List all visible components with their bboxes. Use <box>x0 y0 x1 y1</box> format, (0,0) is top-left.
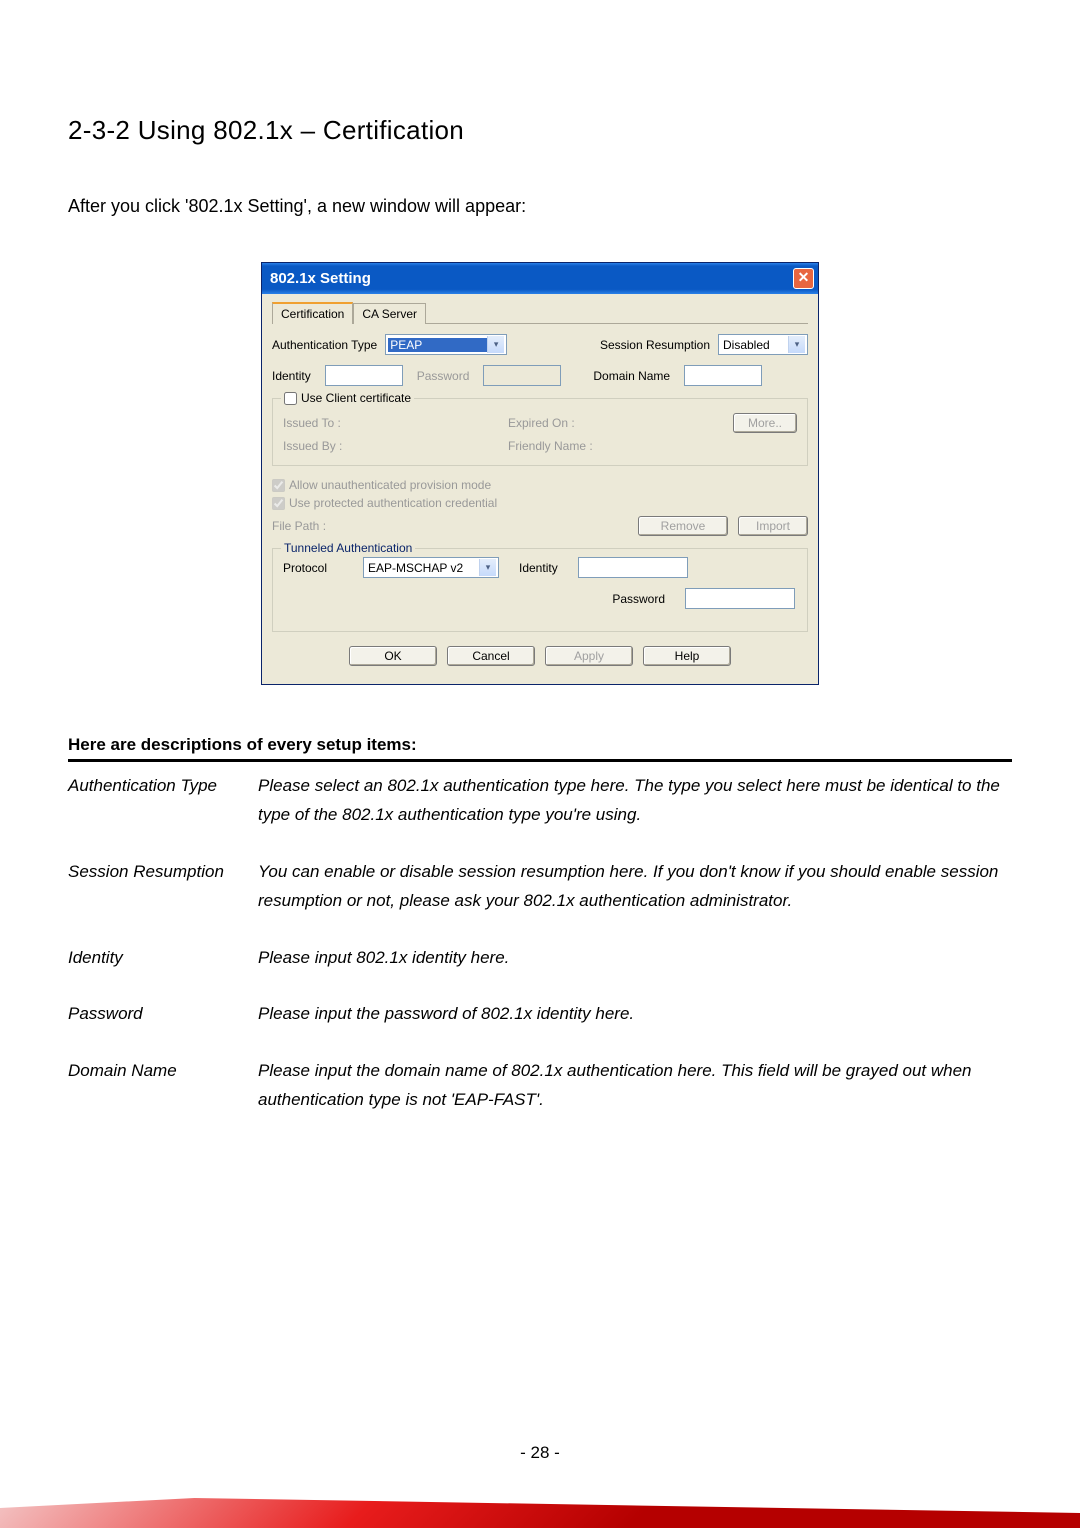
more-button: More.. <box>733 413 797 433</box>
descriptions-header: Here are descriptions of every setup ite… <box>68 735 1012 762</box>
import-button: Import <box>738 516 808 536</box>
chevron-down-icon: ▾ <box>788 336 805 353</box>
tunneled-identity-label: Identity <box>519 561 558 575</box>
item-text: Please input the domain name of 802.1x a… <box>258 1053 1012 1119</box>
close-icon[interactable]: ✕ <box>793 268 814 289</box>
tab-ca-server[interactable]: CA Server <box>353 303 426 324</box>
titlebar: 802.1x Setting ✕ <box>262 263 818 294</box>
auth-type-label: Authentication Type <box>272 338 377 352</box>
item-text: Please select an 802.1x authentication t… <box>258 768 1012 834</box>
expired-on-label: Expired On : <box>508 416 725 430</box>
descriptions-table: Authentication Type Please select an 802… <box>68 768 1012 1119</box>
client-cert-group: Use Client certificate Issued To : Expir… <box>272 398 808 466</box>
item-text: You can enable or disable session resump… <box>258 854 1012 920</box>
protocol-label: Protocol <box>283 561 343 575</box>
allow-unauth-checkbox: Allow unauthenticated provision mode <box>272 478 808 492</box>
tab-certification[interactable]: Certification <box>272 302 353 324</box>
domain-name-input[interactable] <box>684 365 762 386</box>
identity-label: Identity <box>272 369 311 383</box>
file-path-label: File Path : <box>272 519 628 533</box>
apply-button: Apply <box>545 646 633 666</box>
help-button[interactable]: Help <box>643 646 731 666</box>
password-label: Password <box>417 369 470 383</box>
dialog-title: 802.1x Setting <box>270 270 371 287</box>
client-cert-group-title: Use Client certificate <box>281 391 414 408</box>
session-resumption-select[interactable]: Disabled ▾ <box>718 334 808 355</box>
domain-name-label: Domain Name <box>593 369 670 383</box>
section-heading: 2-3-2 Using 802.1x – Certification <box>68 115 1012 146</box>
password-input <box>483 365 561 386</box>
chevron-down-icon: ▾ <box>479 559 496 576</box>
cancel-button[interactable]: Cancel <box>447 646 535 666</box>
tunneled-password-label: Password <box>612 592 665 606</box>
issued-by-label: Issued By : <box>283 439 500 453</box>
item-name: Password <box>68 996 258 1033</box>
ok-button[interactable]: OK <box>349 646 437 666</box>
tunneled-auth-title: Tunneled Authentication <box>281 541 415 555</box>
button-row: OK Cancel Apply Help <box>272 632 808 670</box>
tab-strip: Certification CA Server <box>272 302 808 324</box>
use-protected-checkbox: Use protected authentication credential <box>272 496 808 510</box>
issued-to-label: Issued To : <box>283 416 500 430</box>
session-resumption-label: Session Resumption <box>600 338 710 352</box>
footer-decorative-swoosh <box>0 1478 1080 1528</box>
identity-input[interactable] <box>325 365 403 386</box>
table-row: Authentication Type Please select an 802… <box>68 768 1012 834</box>
protocol-select[interactable]: EAP-MSCHAP v2 ▾ <box>363 557 499 578</box>
friendly-name-label: Friendly Name : <box>508 439 725 453</box>
dialog-8021x-setting: 802.1x Setting ✕ Certification CA Server… <box>261 262 819 685</box>
table-row: Identity Please input 802.1x identity he… <box>68 940 1012 977</box>
item-name: Authentication Type <box>68 768 258 834</box>
item-name: Identity <box>68 940 258 977</box>
auth-type-select[interactable]: PEAP ▾ <box>385 334 507 355</box>
table-row: Password Please input the password of 80… <box>68 996 1012 1033</box>
remove-button: Remove <box>638 516 728 536</box>
item-text: Please input the password of 802.1x iden… <box>258 996 1012 1033</box>
item-text: Please input 802.1x identity here. <box>258 940 1012 977</box>
use-client-cert-checkbox[interactable] <box>284 392 297 405</box>
tunneled-identity-input[interactable] <box>578 557 688 578</box>
item-name: Session Resumption <box>68 854 258 920</box>
chevron-down-icon: ▾ <box>487 336 504 353</box>
table-row: Domain Name Please input the domain name… <box>68 1053 1012 1119</box>
intro-paragraph: After you click '802.1x Setting', a new … <box>68 196 1012 217</box>
tunneled-auth-group: Tunneled Authentication Protocol EAP-MSC… <box>272 548 808 632</box>
page-number: - 28 - <box>0 1443 1080 1463</box>
tunneled-password-input[interactable] <box>685 588 795 609</box>
item-name: Domain Name <box>68 1053 258 1119</box>
table-row: Session Resumption You can enable or dis… <box>68 854 1012 920</box>
